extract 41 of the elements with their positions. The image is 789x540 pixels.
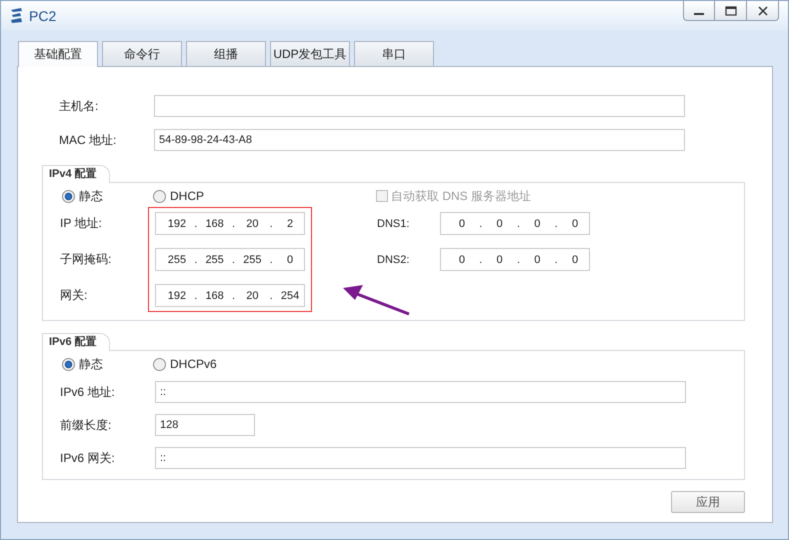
window-title: PC2 <box>29 8 56 24</box>
ip-field[interactable]: 192 . 168 . 20 . 2 <box>155 212 305 235</box>
field-label: 子网掩码: <box>60 251 112 268</box>
field-label: IPv6 网关: <box>59 450 116 466</box>
field-label: IP 地址: <box>60 215 103 232</box>
group-title: IPv4 配置 <box>42 165 110 183</box>
tab[interactable]: UDP发包工具 <box>270 41 350 66</box>
dns-field[interactable]: 0 . 0 . 0 . 0 <box>440 248 590 271</box>
close-icon <box>758 6 768 16</box>
mac-field[interactable]: 54-89-98-24-43-A8 <box>154 129 685 151</box>
field-label: DNS1: <box>377 218 410 230</box>
hostname-field[interactable] <box>154 95 685 117</box>
field-label: MAC 地址: <box>58 132 118 148</box>
ipv6-address-field[interactable]: :: <box>155 381 686 403</box>
field-label: 前缀长度: <box>59 416 112 434</box>
field-label: 网关: <box>60 287 88 304</box>
minimize-icon <box>694 12 704 14</box>
ip-field[interactable]: 192 . 168 . 20 . 254 <box>155 284 305 307</box>
close-button[interactable] <box>747 1 779 21</box>
field-label: DNS2: <box>377 254 410 266</box>
radio-button[interactable]: 静态 <box>62 188 103 204</box>
tab[interactable]: 串口 <box>354 41 434 66</box>
radio-button[interactable]: DHCPv6 <box>153 357 217 371</box>
field-label: IPv6 地址: <box>59 384 116 400</box>
arrow <box>343 285 410 316</box>
ip-field[interactable]: 255 . 255 . 255 . 0 <box>155 248 305 271</box>
group-title: IPv6 配置 <box>42 333 110 351</box>
field-label: 主机名: <box>58 98 100 114</box>
maximize-icon <box>724 6 736 16</box>
tab[interactable]: 命令行 <box>102 41 182 66</box>
radio-button[interactable]: 静态 <box>62 356 103 372</box>
radio-button[interactable]: DHCP <box>153 189 204 203</box>
tab[interactable]: 组播 <box>186 41 266 66</box>
apply-button[interactable]: 应用 <box>671 491 745 513</box>
minimize-button[interactable] <box>683 1 715 21</box>
app-icon <box>9 7 25 25</box>
dns-field[interactable]: 0 . 0 . 0 . 0 <box>440 212 590 235</box>
prefix-field[interactable]: 128 <box>155 414 255 436</box>
tab[interactable]: 基础配置 <box>18 41 98 67</box>
maximize-button[interactable] <box>715 1 747 21</box>
ipv6-gateway-field[interactable]: :: <box>155 447 686 469</box>
